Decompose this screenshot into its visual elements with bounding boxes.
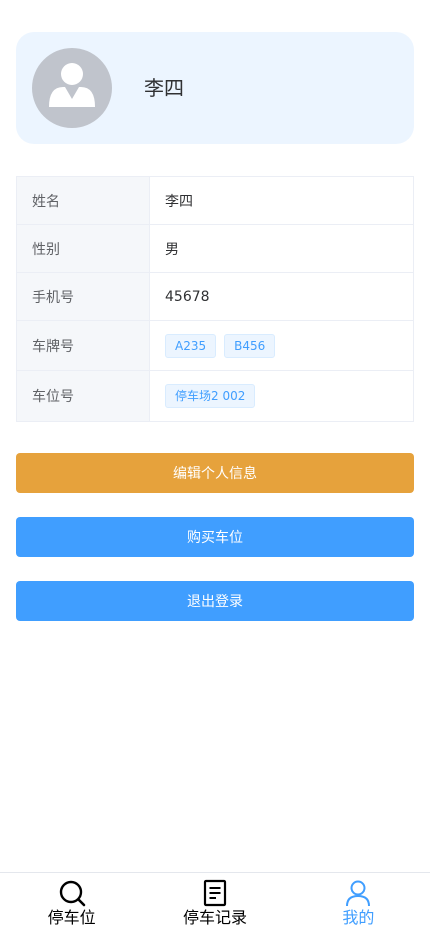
user-avatar-icon [32, 48, 112, 128]
profile-name: 李四 [144, 76, 184, 100]
document-icon [203, 879, 227, 907]
user-icon [346, 880, 371, 907]
plate-tag: B456 [224, 333, 276, 358]
info-row-gender: 性别 男 [17, 225, 413, 273]
info-label: 性别 [17, 225, 150, 272]
info-label: 姓名 [17, 177, 150, 224]
space-tag: 停车场2 002 [165, 384, 256, 408]
info-table: 姓名 李四 性别 男 手机号 45678 车牌号 A235 B456 车位号 停… [16, 176, 414, 422]
info-label: 车位号 [17, 371, 150, 421]
search-icon [59, 880, 85, 907]
info-row-spaces: 车位号 停车场2 002 [17, 371, 413, 421]
info-value: 李四 [165, 193, 193, 210]
nav-item-mine[interactable]: 我的 [287, 873, 430, 932]
logout-button[interactable]: 退出登录 [16, 581, 414, 621]
info-row-phone: 手机号 45678 [17, 273, 413, 321]
nav-item-records[interactable]: 停车记录 [143, 873, 286, 932]
info-row-name: 姓名 李四 [17, 177, 413, 225]
nav-label: 我的 [342, 908, 375, 927]
bottom-nav: 停车位 停车记录 我的 [0, 872, 430, 932]
profile-card: 李四 [16, 32, 414, 144]
info-label: 手机号 [17, 273, 150, 320]
info-value: 男 [165, 241, 179, 258]
info-value: 45678 [165, 288, 210, 305]
edit-profile-button[interactable]: 编辑个人信息 [16, 453, 414, 493]
info-value: A235 B456 [150, 321, 413, 370]
info-value: 停车场2 002 [150, 371, 413, 421]
plate-tag: A235 [165, 333, 217, 358]
info-row-plates: 车牌号 A235 B456 [17, 321, 413, 371]
buy-space-button[interactable]: 购买车位 [16, 517, 414, 557]
nav-item-parking[interactable]: 停车位 [0, 873, 143, 932]
profile-page: 李四 姓名 李四 性别 男 手机号 45678 车牌号 A235 B456 车位… [0, 0, 430, 932]
nav-label: 停车记录 [182, 908, 247, 927]
info-label: 车牌号 [17, 321, 150, 370]
nav-label: 停车位 [47, 908, 96, 927]
